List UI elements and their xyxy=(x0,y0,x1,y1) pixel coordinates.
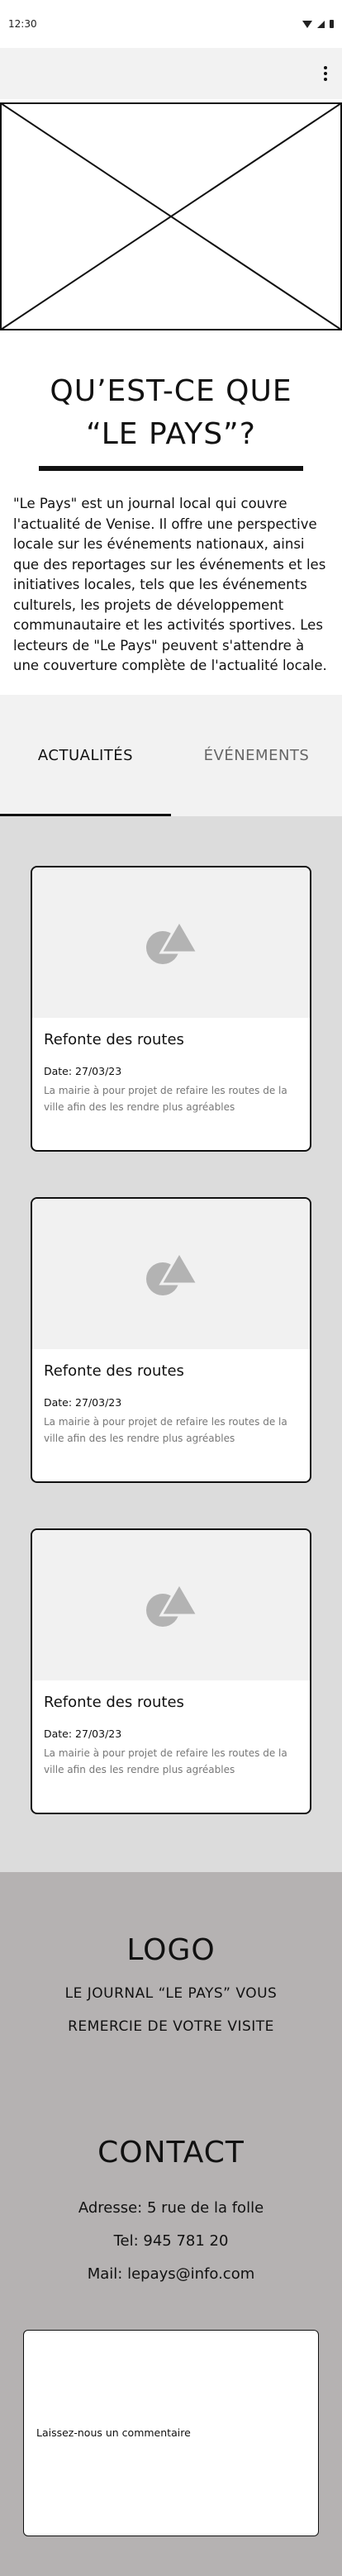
status-time: 12:30 xyxy=(8,18,37,30)
card-title: Refonte des routes xyxy=(44,1693,184,1711)
status-bar: 12:30 xyxy=(0,0,342,48)
article-card[interactable]: Refonte des routes Date: 27/03/23 La mai… xyxy=(31,865,311,1152)
signal-icon xyxy=(317,20,325,28)
footer-logo: LOGO xyxy=(126,1932,216,1967)
hero-image-placeholder xyxy=(0,102,342,330)
contact-phone[interactable]: Tel: 945 781 20 xyxy=(0,2232,342,2250)
comment-field[interactable]: Laissez-nous un commentaire xyxy=(23,2329,319,2536)
shapes-placeholder-icon xyxy=(146,1249,200,1295)
tab-bar: ACTUALITÉS ÉVÉNEMENTS xyxy=(0,694,342,816)
active-tab-indicator xyxy=(0,813,171,816)
more-vert-icon[interactable] xyxy=(324,66,327,81)
card-image xyxy=(32,1529,310,1680)
card-title: Refonte des routes xyxy=(44,1362,184,1380)
card-description: La mairie à pour projet de refaire les r… xyxy=(44,1415,287,1444)
footer: LOGO LE JOURNAL “LE PAYS” VOUS REMERCIE … xyxy=(0,1871,342,2576)
battery-icon xyxy=(330,20,334,28)
card-date: Date: 27/03/23 xyxy=(44,1727,122,1740)
article-card[interactable]: Refonte des routes Date: 27/03/23 La mai… xyxy=(31,1528,311,1814)
card-description: La mairie à pour projet de refaire les r… xyxy=(44,1084,287,1113)
card-image xyxy=(32,1198,310,1349)
about-text: "Le Pays" est un journal local qui couvr… xyxy=(13,496,327,673)
card-description: La mairie à pour projet de refaire les r… xyxy=(44,1747,287,1775)
app-bar xyxy=(0,48,342,99)
thanks-line2: REMERCIE DE VOTRE VISITE xyxy=(68,2018,274,2035)
about-title-line1: QU’EST-CE QUE xyxy=(50,374,292,408)
tab-evenements[interactable]: ÉVÉNEMENTS xyxy=(171,695,342,816)
card-date: Date: 27/03/23 xyxy=(44,1064,122,1077)
about-title-line2: “LE PAYS”? xyxy=(86,417,256,451)
wifi-icon xyxy=(302,20,312,28)
contact-address: Adresse: 5 rue de la folle xyxy=(78,2198,264,2217)
article-card[interactable]: Refonte des routes Date: 27/03/23 La mai… xyxy=(31,1196,311,1483)
contact-title: CONTACT xyxy=(97,2135,245,2170)
shapes-placeholder-icon xyxy=(146,1580,200,1627)
status-icons xyxy=(302,20,334,28)
tab-actualites[interactable]: ACTUALITÉS xyxy=(0,695,171,816)
shapes-placeholder-icon xyxy=(146,918,200,964)
contact-mail[interactable]: Mail: lepays@info.com xyxy=(0,2265,342,2284)
thanks-message: LE JOURNAL “LE PAYS” VOUS REMERCIE DE VO… xyxy=(0,1977,342,2043)
about-section: QU’EST-CE QUE “LE PAYS”? "Le Pays" est u… xyxy=(0,370,342,677)
news-list: Refonte des routes Date: 27/03/23 La mai… xyxy=(0,815,342,1872)
thanks-line1: LE JOURNAL “LE PAYS” VOUS xyxy=(64,1984,278,2002)
card-date: Date: 27/03/23 xyxy=(44,1395,122,1409)
about-title: QU’EST-CE QUE “LE PAYS”? xyxy=(0,370,342,456)
card-title: Refonte des routes xyxy=(44,1030,184,1048)
card-image xyxy=(32,867,310,1018)
